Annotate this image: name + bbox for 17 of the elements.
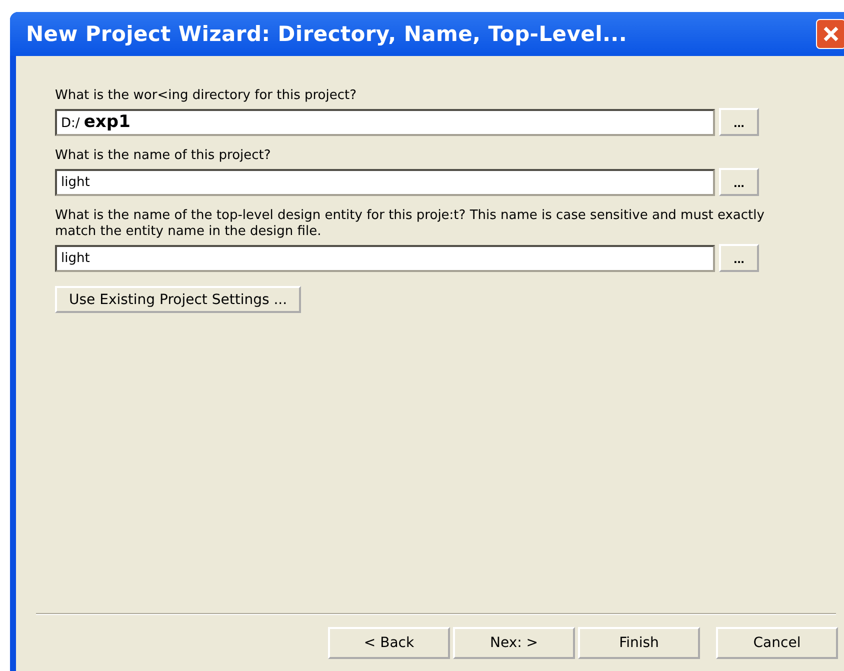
text-field[interactable]: D:/ exp1 [55, 108, 715, 136]
wizard-button[interactable]: Nex: > [453, 627, 575, 659]
window-title: New Project Wizard: Directory, Name, Top-Level... [26, 22, 627, 46]
use-existing-settings-button[interactable]: Use Existing Project Settings ... [55, 286, 302, 313]
close-icon [821, 24, 841, 44]
browse-button[interactable]: ... [719, 168, 759, 196]
text-field[interactable]: light [55, 244, 715, 272]
field-label: What is the name of the top-level design entity for this proje:t? This name is case sensitive and must exactly match the entity name in the design file. [55, 208, 766, 240]
field-label: What is the wor<ing directory for this project? [55, 88, 358, 104]
browse-button[interactable]: ... [719, 108, 759, 136]
wizard-button[interactable]: Finish [578, 627, 700, 659]
close-button[interactable] [816, 19, 844, 49]
wizard-button[interactable]: Cancel [716, 627, 838, 659]
text-field[interactable]: light [55, 168, 715, 196]
wizard-button[interactable]: < Back [328, 627, 450, 659]
field-label: What is the name of this project? [55, 148, 272, 164]
browse-button[interactable]: ... [719, 244, 759, 272]
